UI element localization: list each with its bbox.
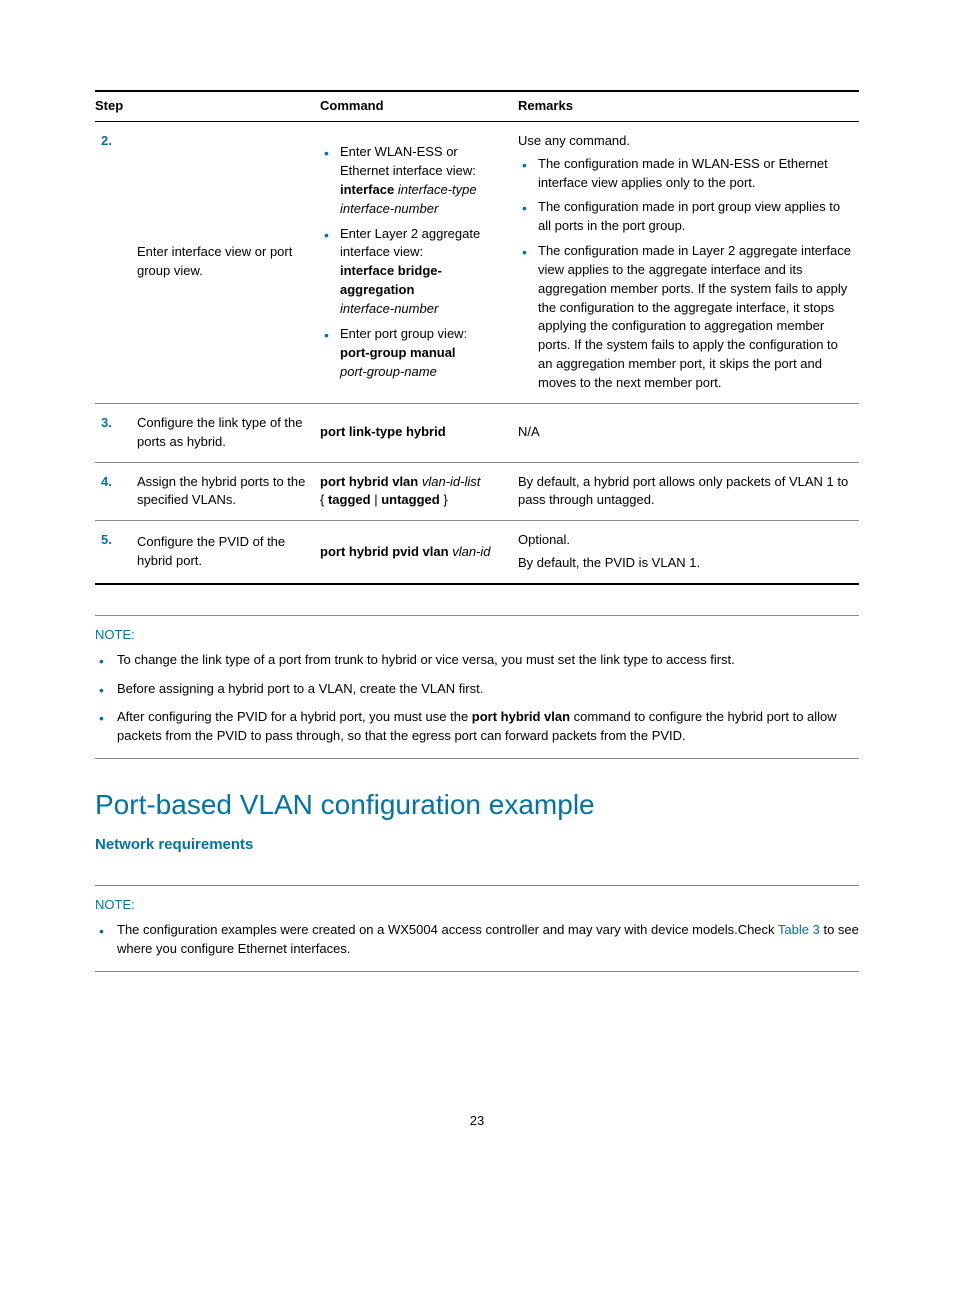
page-number: 23 <box>95 1112 859 1131</box>
sub-title: Network requirements <box>95 834 859 856</box>
step-remarks: Use any command. The configuration made … <box>518 121 859 403</box>
note-label: NOTE: <box>95 896 859 915</box>
section-title: Port-based VLAN configuration example <box>95 785 859 826</box>
step-remarks: Optional. By default, the PVID is VLAN 1… <box>518 521 859 584</box>
step-number: 2. <box>95 121 137 403</box>
cmd-item: Enter WLAN-ESS or Ethernet interface vie… <box>320 143 510 218</box>
step-remarks: N/A <box>518 403 859 462</box>
step-description: Assign the hybrid ports to the specified… <box>137 462 320 521</box>
note-item: Before assigning a hybrid port to a VLAN… <box>95 680 859 699</box>
table-row: 5. Configure the PVID of the hybrid port… <box>95 521 859 584</box>
note-label: NOTE: <box>95 626 859 645</box>
step-description: Configure the link type of the ports as … <box>137 403 320 462</box>
table-row: 4. Assign the hybrid ports to the specif… <box>95 462 859 521</box>
cmd-item: Enter port group view: port-group manual… <box>320 325 510 382</box>
col-remarks: Remarks <box>518 91 859 121</box>
step-description: Configure the PVID of the hybrid port. <box>137 521 320 584</box>
config-steps-table: Step Command Remarks 2. Enter interface … <box>95 90 859 585</box>
step-remarks: By default, a hybrid port allows only pa… <box>518 462 859 521</box>
remark-item: The configuration made in WLAN-ESS or Et… <box>518 155 851 193</box>
step-description: Enter interface view or port group view. <box>137 121 320 403</box>
table-row: 2. Enter interface view or port group vi… <box>95 121 859 403</box>
step-command: port link-type hybrid <box>320 403 518 462</box>
note-block: NOTE: To change the link type of a port … <box>95 615 859 759</box>
remark-item: The configuration made in Layer 2 aggreg… <box>518 242 851 393</box>
note-item: The configuration examples were created … <box>95 921 859 959</box>
cmd-item: Enter Layer 2 aggregate interface view: … <box>320 225 510 319</box>
col-step: Step <box>95 91 320 121</box>
note-block: NOTE: The configuration examples were cr… <box>95 885 859 972</box>
note-item: To change the link type of a port from t… <box>95 651 859 670</box>
step-number: 4. <box>95 462 137 521</box>
table-row: 3. Configure the link type of the ports … <box>95 403 859 462</box>
note-item: After configuring the PVID for a hybrid … <box>95 708 859 746</box>
step-number: 5. <box>95 521 137 584</box>
step-command: port hybrid pvid vlan vlan-id <box>320 521 518 584</box>
step-number: 3. <box>95 403 137 462</box>
step-command: port hybrid vlan vlan-id-list { tagged |… <box>320 462 518 521</box>
table-3-link[interactable]: Table 3 <box>778 922 820 937</box>
step-command: Enter WLAN-ESS or Ethernet interface vie… <box>320 121 518 403</box>
col-command: Command <box>320 91 518 121</box>
remark-item: The configuration made in port group vie… <box>518 198 851 236</box>
